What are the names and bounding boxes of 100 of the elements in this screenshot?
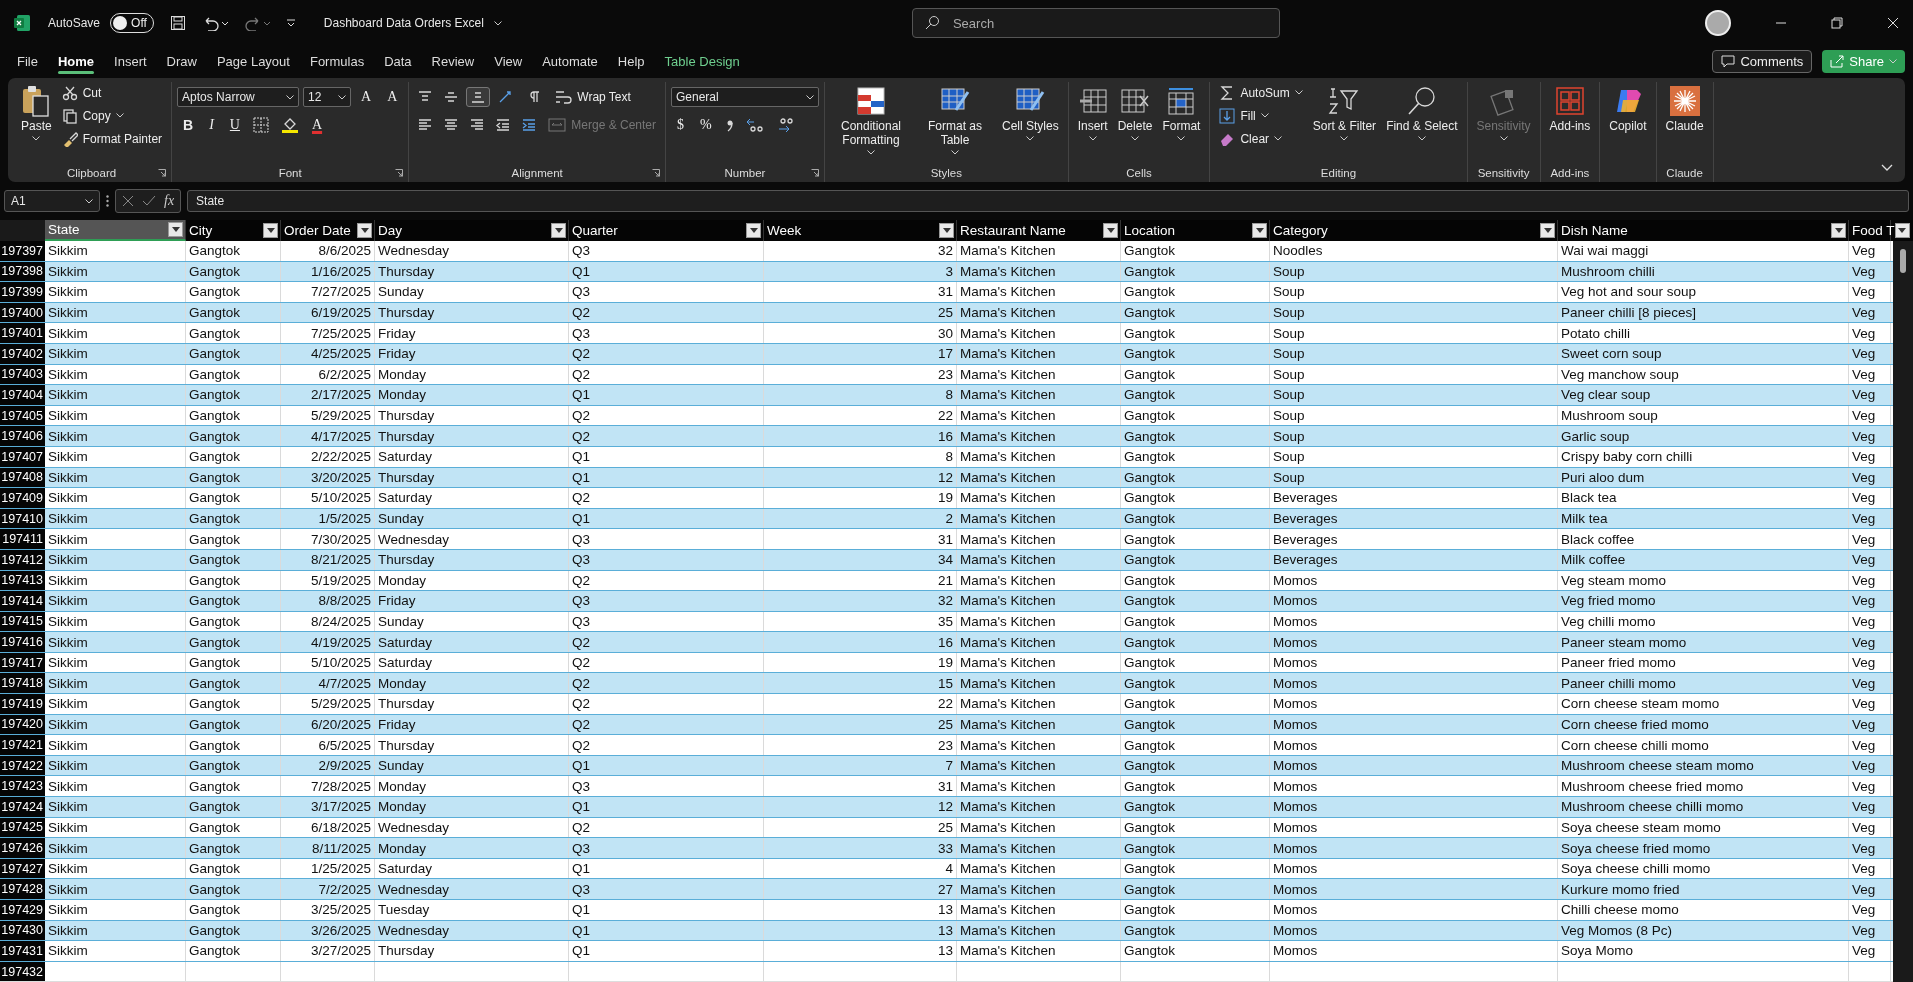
align-bottom-icon[interactable] xyxy=(466,87,491,107)
ribbon-tab[interactable]: Data xyxy=(375,49,421,73)
row-number[interactable]: 197424 xyxy=(0,797,45,817)
row-number[interactable]: 197401 xyxy=(0,323,45,343)
formula-input[interactable]: State xyxy=(187,190,1909,212)
filter-dropdown-icon[interactable] xyxy=(746,223,761,238)
ribbon-tab[interactable]: Automate xyxy=(533,49,607,73)
cancel-icon[interactable] xyxy=(122,195,134,207)
ribbon-button[interactable]: $ xyxy=(671,117,690,133)
caret-icon[interactable] xyxy=(85,198,93,204)
ribbon-button[interactable]: Add-ins xyxy=(1545,82,1595,136)
filter-dropdown-icon[interactable] xyxy=(1103,223,1118,238)
collapse-ribbon-icon[interactable] xyxy=(1881,164,1893,172)
dropdown-field[interactable]: Aptos Narrow xyxy=(177,87,300,107)
ribbon-button[interactable]: Format as Table xyxy=(914,82,996,157)
ribbon-button[interactable]: Wrap Text xyxy=(550,86,635,108)
caret-icon[interactable] xyxy=(338,94,347,100)
restore-icon[interactable] xyxy=(1831,17,1843,29)
row-number[interactable]: 197421 xyxy=(0,735,45,755)
row-number[interactable]: 197414 xyxy=(0,591,45,611)
ribbon-tab[interactable]: Insert xyxy=(105,49,156,73)
filter-dropdown-icon[interactable] xyxy=(551,223,566,238)
column-header[interactable]: State xyxy=(45,220,186,241)
filter-dropdown-icon[interactable] xyxy=(1540,223,1555,238)
ribbon-tab[interactable]: Draw xyxy=(157,49,206,73)
row-number[interactable]: 197403 xyxy=(0,364,45,385)
row-number[interactable]: 197420 xyxy=(0,714,45,735)
ribbon-button[interactable]: Format xyxy=(1158,82,1205,143)
ribbon-button[interactable]: B xyxy=(177,117,200,133)
ribbon-button[interactable]: Conditional Formatting xyxy=(830,82,912,157)
dropdown-field[interactable]: General xyxy=(671,87,819,107)
ribbon-button[interactable]: Copy xyxy=(57,105,167,126)
dialog-launcher-icon[interactable] xyxy=(811,169,819,177)
row-number[interactable]: 197408 xyxy=(0,467,45,488)
row-number[interactable]: 197411 xyxy=(0,529,45,549)
row-number[interactable]: 197407 xyxy=(0,446,45,467)
row-number[interactable]: 197430 xyxy=(0,920,45,941)
row-number[interactable]: 197419 xyxy=(0,694,45,714)
row-number[interactable]: 197426 xyxy=(0,838,45,858)
name-box[interactable]: A1 xyxy=(4,190,100,212)
ribbon-button[interactable]: A xyxy=(355,89,378,105)
ribbon-button[interactable]: Cell Styles xyxy=(998,82,1063,143)
ribbon-tab[interactable]: Formulas xyxy=(300,49,374,73)
row-number[interactable]: 197432 xyxy=(0,961,45,982)
row-number[interactable]: 197402 xyxy=(0,343,45,364)
more-options-icon[interactable] xyxy=(106,195,109,207)
comments-button[interactable]: Comments xyxy=(1712,49,1813,73)
filter-dropdown-icon[interactable] xyxy=(939,223,954,238)
filter-dropdown-icon[interactable] xyxy=(1831,223,1846,238)
row-number[interactable]: 197409 xyxy=(0,488,45,508)
dialog-launcher-icon[interactable] xyxy=(158,169,167,177)
ribbon-button[interactable]: Sort & Filter xyxy=(1308,82,1381,143)
ribbon-tab[interactable]: Page Layout xyxy=(207,49,299,73)
ribbon-tab[interactable]: File xyxy=(8,49,47,73)
insert-function-button[interactable]: fx xyxy=(164,193,175,209)
row-number[interactable]: 197397 xyxy=(0,241,45,261)
ribbon-button[interactable]: Clear xyxy=(1215,128,1307,149)
document-title[interactable]: Dashboard Data Orders Excel xyxy=(323,16,484,30)
caret-icon[interactable] xyxy=(286,94,295,100)
avatar-icon[interactable] xyxy=(1705,10,1731,36)
ribbon-button[interactable]: Copilot xyxy=(1605,82,1651,136)
row-number[interactable]: 197415 xyxy=(0,611,45,632)
row-number[interactable]: 197412 xyxy=(0,549,45,570)
filter-dropdown-icon[interactable] xyxy=(357,223,372,238)
ribbon-tab[interactable]: Table Design xyxy=(655,49,749,73)
dialog-launcher-icon[interactable] xyxy=(395,169,404,177)
row-number[interactable]: 197399 xyxy=(0,282,45,302)
ribbon-button[interactable]: A xyxy=(381,89,404,105)
enter-icon[interactable] xyxy=(142,195,156,207)
ribbon-tab[interactable]: Help xyxy=(608,49,654,73)
row-number[interactable]: 197417 xyxy=(0,652,45,673)
ribbon-button[interactable]: Format Painter xyxy=(57,128,167,149)
filter-dropdown-icon[interactable] xyxy=(263,223,278,238)
filter-dropdown-icon[interactable] xyxy=(1894,223,1910,238)
close-icon[interactable] xyxy=(1887,17,1899,29)
ribbon-button[interactable]: Insert xyxy=(1073,82,1112,143)
row-number[interactable]: 197418 xyxy=(0,673,45,694)
dropdown-field[interactable]: 12 xyxy=(303,87,352,107)
ribbon-tab[interactable]: View xyxy=(485,49,532,73)
caret-icon[interactable] xyxy=(806,94,814,100)
caret-icon[interactable] xyxy=(493,20,502,26)
ribbon-button[interactable]: I xyxy=(203,117,220,133)
ribbon-tab[interactable]: Home xyxy=(48,49,104,73)
row-number[interactable]: 197404 xyxy=(0,385,45,405)
row-number[interactable]: 197425 xyxy=(0,817,45,838)
row-number[interactable]: 197431 xyxy=(0,941,45,961)
row-number[interactable]: 197422 xyxy=(0,755,45,776)
ribbon-button[interactable]: Delete xyxy=(1113,82,1157,143)
row-number[interactable]: 197427 xyxy=(0,858,45,879)
row-number[interactable]: 197406 xyxy=(0,426,45,446)
ribbon-button[interactable]: Cut xyxy=(57,82,167,103)
filter-dropdown-icon[interactable] xyxy=(1252,223,1267,238)
ribbon-button[interactable]: Claude xyxy=(1661,82,1708,136)
ribbon-button[interactable]: Paste xyxy=(17,82,56,143)
row-number[interactable]: 197429 xyxy=(0,900,45,920)
row-number[interactable]: 197405 xyxy=(0,405,45,426)
ribbon-button[interactable]: Fill xyxy=(1215,105,1307,126)
ribbon-button[interactable]: A xyxy=(305,117,329,133)
ribbon-button[interactable]: % xyxy=(694,117,718,133)
row-number[interactable]: 197413 xyxy=(0,570,45,591)
